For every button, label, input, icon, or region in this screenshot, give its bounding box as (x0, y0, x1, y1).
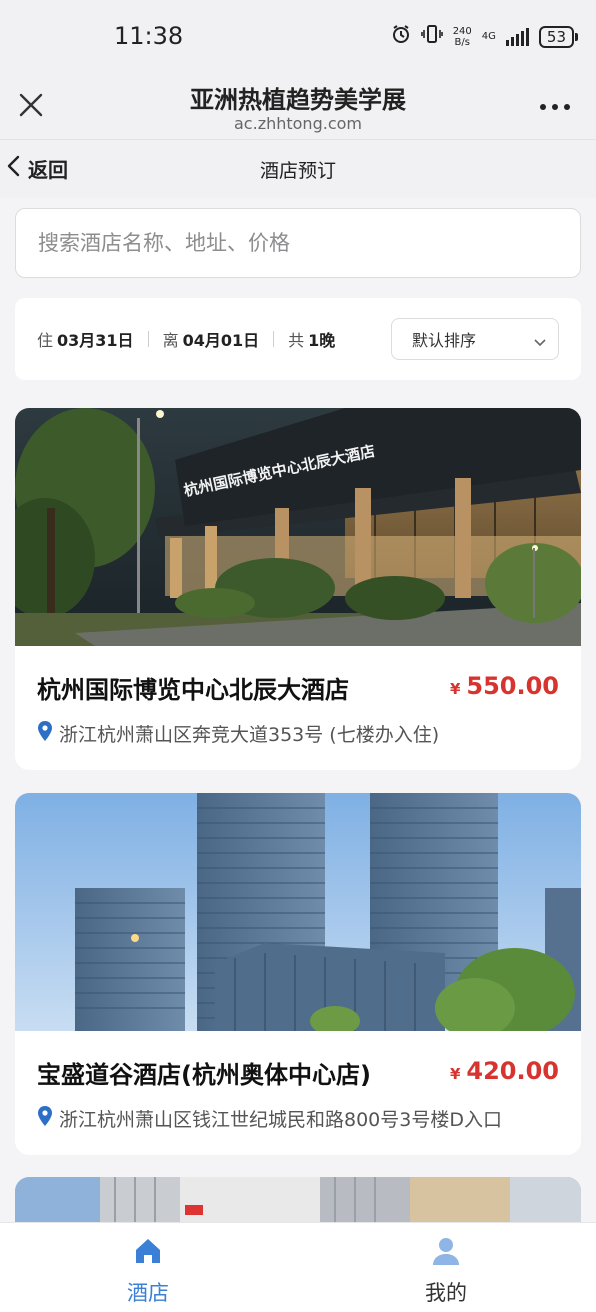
net-speed-unit: B/s (454, 36, 470, 48)
checkout-prefix: 离 (162, 331, 179, 350)
address-text: 浙江杭州萧山区钱江世纪城民和路800号3号楼D入口 (59, 1109, 502, 1131)
alarm-icon (391, 24, 411, 49)
status-time: 11:38 (114, 22, 184, 50)
hotel-name: 杭州国际博览中心北辰大酒店 (37, 676, 349, 704)
nights-value: 1晚 (308, 331, 336, 350)
price-value: 550.00 (466, 672, 559, 700)
hotel-photo: 杭州国际博览中心北辰大酒店 (15, 408, 581, 646)
sort-selected: 默认排序 (412, 331, 477, 350)
browser-title-bar: 亚洲热植趋势美学展 ac.zhhtong.com (0, 72, 596, 140)
status-bar: 11:38 240 B/s 4G 53 (0, 0, 596, 72)
checkin-date: 03月31日 (57, 331, 134, 350)
address-text: 浙江杭州萧山区奔竞大道353号 (七楼办入住) (59, 724, 440, 746)
nights-count: 共 1晚 (288, 327, 335, 351)
tab-label: 我的 (425, 1281, 467, 1305)
chevron-down-icon (534, 333, 546, 347)
home-icon (132, 1235, 164, 1267)
currency-symbol: ¥ (449, 1065, 461, 1083)
tab-label: 酒店 (127, 1281, 169, 1305)
hotel-address: 浙江杭州萧山区钱江世纪城民和路800号3号楼D入口 (37, 1105, 502, 1132)
status-icons: 240 B/s 4G 53 (391, 24, 579, 49)
hotel-name: 宝盛道谷酒店(杭州奥体中心店) (37, 1061, 371, 1089)
checkout-date: 04月01日 (182, 331, 260, 350)
nav-bar: 返回 酒店预订 (0, 140, 596, 198)
checkin-prefix: 住 (37, 331, 54, 350)
price-value: 420.00 (466, 1057, 559, 1085)
hotel-photo (15, 793, 581, 1031)
checkout-date-picker[interactable]: 离 04月01日 (163, 327, 260, 351)
hotel-card[interactable]: 杭州国际博览中心北辰大酒店 杭州国际博览中心北辰大酒店 ¥550.00 浙江杭州… (15, 408, 581, 770)
hotel-price: ¥420.00 (450, 1057, 559, 1085)
tab-hotel[interactable]: 酒店 (48, 1223, 248, 1312)
location-pin-icon (37, 1105, 53, 1132)
page-domain: ac.zhhtong.com (234, 114, 362, 133)
hotel-address: 浙江杭州萧山区奔竞大道353号 (七楼办入住) (37, 720, 439, 747)
user-icon (430, 1235, 462, 1267)
location-pin-icon (37, 720, 53, 747)
battery-icon: 53 (538, 25, 579, 48)
currency-symbol: ¥ (449, 680, 461, 698)
net-speed-value: 240 (452, 25, 472, 37)
bottom-tab-bar: 酒店 我的 (0, 1222, 596, 1312)
search-input[interactable] (16, 209, 580, 277)
sort-dropdown[interactable]: 默认排序 (391, 318, 559, 360)
search-box (15, 208, 581, 278)
date-bar: 住 03月31日 离 04月01日 共 1晚 默认排序 (15, 298, 581, 380)
page-title: 亚洲热植趋势美学展 (190, 86, 406, 114)
network-type: 4G (481, 31, 496, 42)
tab-mine[interactable]: 我的 (346, 1223, 546, 1312)
nav-title: 酒店预订 (259, 160, 336, 182)
divider (147, 331, 149, 347)
vibrate-icon (420, 24, 443, 49)
hotel-card[interactable]: 宝盛道谷酒店(杭州奥体中心店) ¥420.00 浙江杭州萧山区钱江世纪城民和路8… (15, 793, 581, 1155)
hotel-price: ¥550.00 (450, 672, 559, 700)
checkin-date-picker[interactable]: 住 03月31日 (37, 327, 134, 351)
net-speed: 240 B/s (453, 26, 472, 48)
nights-prefix: 共 (288, 331, 305, 350)
signal-icon (505, 27, 529, 46)
more-options-icon[interactable] (540, 104, 570, 110)
divider (273, 331, 275, 347)
